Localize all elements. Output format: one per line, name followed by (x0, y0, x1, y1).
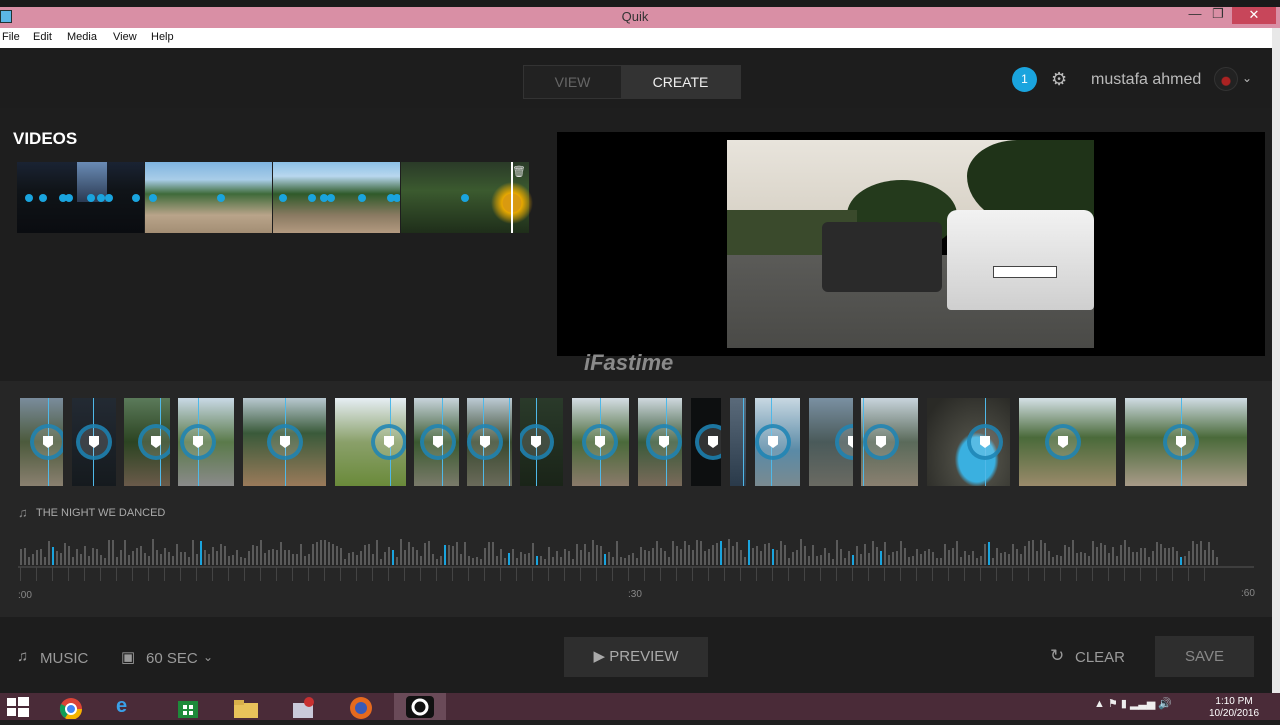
close-icon[interactable]: ✕ (1232, 7, 1276, 24)
timeline-clip[interactable] (178, 398, 234, 486)
highlight-dot (393, 194, 400, 202)
tab-create[interactable]: CREATE (621, 66, 740, 98)
highlight-dot (105, 194, 113, 202)
timeline-clip[interactable] (520, 398, 563, 486)
internet-explorer-icon[interactable]: e (116, 695, 142, 718)
timeline-clip[interactable] (809, 398, 853, 486)
timeline-clip[interactable] (1125, 398, 1247, 486)
trash-icon[interactable]: 🗑 (512, 165, 526, 178)
menu-view[interactable]: View (113, 31, 137, 43)
timeline-tick-mid: :30 (628, 589, 642, 600)
timeline-clip[interactable] (20, 398, 63, 486)
save-button[interactable]: SAVE (1155, 636, 1254, 677)
music-button[interactable]: MUSIC (40, 650, 88, 667)
highlight-dot (65, 194, 73, 202)
timeline-clip[interactable] (124, 398, 170, 486)
song-title: THE NIGHT WE DANCED (36, 507, 166, 519)
highlight-dot (327, 194, 335, 202)
highlight-dot (358, 194, 366, 202)
play-icon: ▶ (593, 648, 610, 665)
video-thumbnail[interactable] (17, 162, 144, 233)
maximize-icon[interactable]: ❐ (1203, 6, 1233, 22)
audio-waveform[interactable] (18, 525, 1254, 585)
preview-button[interactable]: ▶ PREVIEW (564, 637, 708, 677)
timeline-clip[interactable] (730, 398, 746, 486)
timeline-clip[interactable] (755, 398, 800, 486)
timeline-clip[interactable] (691, 398, 721, 486)
highlight-dot (279, 194, 287, 202)
chevron-down-icon[interactable]: ⌄ (203, 650, 213, 664)
watermark-logo: iFastime (584, 350, 674, 375)
menu-help[interactable]: Help (151, 31, 174, 43)
system-tray[interactable]: ▲ ⚑ ▮ ▂▃▅ 🔊 (1094, 697, 1172, 710)
highlight-dot (217, 194, 225, 202)
timeline-clip[interactable] (572, 398, 629, 486)
clock-time: 1:10 PM (1215, 696, 1253, 707)
tab-view[interactable]: VIEW (524, 66, 621, 98)
chrome-icon[interactable] (58, 695, 84, 720)
timeline-clip[interactable] (927, 398, 1010, 486)
highlight-dot (25, 194, 33, 202)
timeline-clip[interactable] (335, 398, 406, 486)
windows-taskbar: e ▲ ⚑ ▮ ▂▃▅ 🔊 1:10 PM 10/20/2016 (0, 693, 1280, 720)
menu-edit[interactable]: Edit (33, 31, 52, 43)
timeline-clip[interactable] (1019, 398, 1116, 486)
avatar[interactable] (1214, 67, 1238, 91)
highlight-dot (39, 194, 47, 202)
timeline-clip[interactable] (861, 398, 918, 486)
preview-button-label: PREVIEW (609, 648, 679, 665)
notification-badge[interactable]: 1 (1012, 67, 1037, 92)
menu-file[interactable]: File (2, 31, 20, 43)
film-icon[interactable]: ▣ (121, 648, 135, 666)
app-header: VIEW CREATE 1 ⚙ mustafa ahmed ⌄ (0, 48, 1272, 108)
window-title: Quik (621, 9, 649, 24)
bottom-toolbar: ♫ MUSIC ▣ 60 SEC ⌄ ▶ PREVIEW ↻ CLEAR SAV… (0, 617, 1272, 693)
windows-start-icon[interactable] (6, 695, 32, 718)
chevron-down-icon[interactable]: ⌄ (1242, 71, 1252, 85)
window-scroll-edge (1272, 28, 1280, 693)
highlight-dot (308, 194, 316, 202)
video-thumbnail[interactable] (273, 162, 400, 233)
firefox-icon[interactable] (348, 695, 374, 719)
music-icon[interactable]: ♫ (17, 648, 28, 665)
quik-taskbar-button[interactable] (394, 693, 446, 720)
system-clock[interactable]: 1:10 PM 10/20/2016 (1209, 696, 1259, 719)
timeline-tick-end: :60 (1241, 588, 1255, 599)
music-note-icon: ♫ (18, 505, 28, 520)
timeline-tick-start: :00 (18, 590, 32, 601)
mode-switch: VIEW CREATE (523, 65, 741, 99)
preview-frame (727, 140, 1094, 348)
clear-button[interactable]: CLEAR (1075, 649, 1125, 666)
timeline-clip[interactable] (243, 398, 326, 486)
duration-select[interactable]: 60 SEC (146, 650, 198, 667)
video-thumbnail[interactable] (145, 162, 272, 233)
file-explorer-icon[interactable] (232, 695, 258, 718)
username[interactable]: mustafa ahmed (1091, 71, 1201, 89)
highlight-dot (87, 194, 95, 202)
highlight-dot (461, 194, 469, 202)
menu-media[interactable]: Media (67, 31, 97, 43)
timeline-clip[interactable] (72, 398, 116, 486)
clock-date: 10/20/2016 (1209, 708, 1260, 719)
timeline-clip[interactable] (638, 398, 682, 486)
highlight-dot (149, 194, 157, 202)
media-app-icon[interactable] (290, 695, 316, 718)
timeline-clip[interactable] (414, 398, 459, 486)
timeline-clip[interactable] (467, 398, 512, 486)
highlight-dot (132, 194, 140, 202)
highlight-dot (97, 194, 105, 202)
gear-icon[interactable]: ⚙ (1051, 69, 1067, 90)
videos-heading: VIDEOS (13, 129, 78, 148)
undo-icon[interactable]: ↻ (1050, 646, 1064, 666)
store-icon[interactable] (175, 695, 201, 718)
menu-bar: File Edit Media View Help (0, 28, 1272, 48)
